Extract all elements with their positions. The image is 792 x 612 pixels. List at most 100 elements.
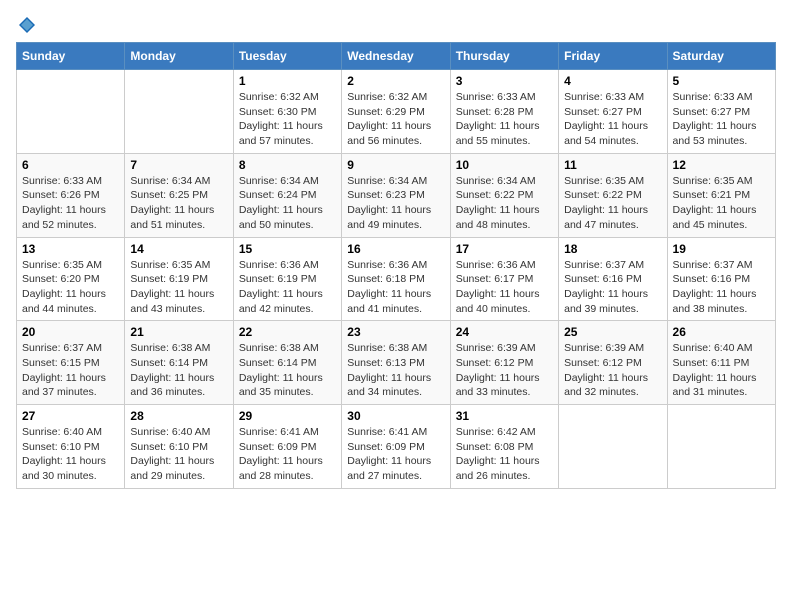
day-number: 14 <box>130 242 227 256</box>
logo <box>16 16 36 34</box>
calendar-cell <box>17 70 125 154</box>
day-info: Sunrise: 6:34 AMSunset: 6:25 PMDaylight:… <box>130 174 227 233</box>
day-info: Sunrise: 6:33 AMSunset: 6:28 PMDaylight:… <box>456 90 553 149</box>
day-number: 7 <box>130 158 227 172</box>
day-number: 19 <box>673 242 770 256</box>
calendar-cell: 1 Sunrise: 6:32 AMSunset: 6:30 PMDaylight… <box>233 70 341 154</box>
calendar-cell: 14 Sunrise: 6:35 AMSunset: 6:19 PMDayligh… <box>125 237 233 321</box>
calendar-cell: 9 Sunrise: 6:34 AMSunset: 6:23 PMDaylight… <box>342 153 450 237</box>
calendar-header: SundayMondayTuesdayWednesdayThursdayFrid… <box>17 43 776 70</box>
calendar-cell: 19 Sunrise: 6:37 AMSunset: 6:16 PMDayligh… <box>667 237 775 321</box>
day-number: 3 <box>456 74 553 88</box>
calendar-cell: 17 Sunrise: 6:36 AMSunset: 6:17 PMDayligh… <box>450 237 558 321</box>
calendar-cell: 4Sunrise: 6:33 AMSunset: 6:27 PMDaylight… <box>559 70 667 154</box>
day-info: Sunrise: 6:34 AMSunset: 6:24 PMDaylight:… <box>239 174 336 233</box>
calendar-cell: 6 Sunrise: 6:33 AMSunset: 6:26 PMDaylight… <box>17 153 125 237</box>
day-number: 1 <box>239 74 336 88</box>
day-number: 5 <box>673 74 770 88</box>
day-info: Sunrise: 6:33 AMSunset: 6:26 PMDaylight:… <box>22 174 119 233</box>
calendar-cell: 18 Sunrise: 6:37 AMSunset: 6:16 PMDayligh… <box>559 237 667 321</box>
calendar-cell: 24 Sunrise: 6:39 AMSunset: 6:12 PMDayligh… <box>450 321 558 405</box>
calendar-cell: 3 Sunrise: 6:33 AMSunset: 6:28 PMDaylight… <box>450 70 558 154</box>
day-number: 2 <box>347 74 444 88</box>
day-number: 25 <box>564 325 661 339</box>
day-info: Sunrise: 6:40 AMSunset: 6:11 PMDaylight:… <box>673 341 770 400</box>
day-info: Sunrise: 6:36 AMSunset: 6:19 PMDaylight:… <box>239 258 336 317</box>
calendar-cell: 26 Sunrise: 6:40 AMSunset: 6:11 PMDayligh… <box>667 321 775 405</box>
day-info: Sunrise: 6:34 AMSunset: 6:22 PMDaylight:… <box>456 174 553 233</box>
calendar-cell: 31Sunrise: 6:42 AMSunset: 6:08 PMDayligh… <box>450 405 558 489</box>
calendar-week-2: 6 Sunrise: 6:33 AMSunset: 6:26 PMDaylight… <box>17 153 776 237</box>
weekday-header-sunday: Sunday <box>17 43 125 70</box>
day-number: 20 <box>22 325 119 339</box>
day-info: Sunrise: 6:35 AMSunset: 6:21 PMDaylight:… <box>673 174 770 233</box>
calendar-week-5: 27 Sunrise: 6:40 AMSunset: 6:10 PMDayligh… <box>17 405 776 489</box>
day-info: Sunrise: 6:41 AMSunset: 6:09 PMDaylight:… <box>347 425 444 484</box>
calendar-cell: 7 Sunrise: 6:34 AMSunset: 6:25 PMDaylight… <box>125 153 233 237</box>
calendar-week-4: 20 Sunrise: 6:37 AMSunset: 6:15 PMDayligh… <box>17 321 776 405</box>
day-number: 26 <box>673 325 770 339</box>
calendar-cell: 5 Sunrise: 6:33 AMSunset: 6:27 PMDaylight… <box>667 70 775 154</box>
calendar-body: 1 Sunrise: 6:32 AMSunset: 6:30 PMDaylight… <box>17 70 776 489</box>
day-info: Sunrise: 6:40 AMSunset: 6:10 PMDaylight:… <box>130 425 227 484</box>
calendar-cell: 16 Sunrise: 6:36 AMSunset: 6:18 PMDayligh… <box>342 237 450 321</box>
day-number: 30 <box>347 409 444 423</box>
calendar-cell <box>125 70 233 154</box>
weekday-header-tuesday: Tuesday <box>233 43 341 70</box>
calendar-cell: 30 Sunrise: 6:41 AMSunset: 6:09 PMDayligh… <box>342 405 450 489</box>
weekday-header-wednesday: Wednesday <box>342 43 450 70</box>
day-number: 6 <box>22 158 119 172</box>
day-number: 9 <box>347 158 444 172</box>
day-number: 18 <box>564 242 661 256</box>
calendar-cell: 13Sunrise: 6:35 AMSunset: 6:20 PMDayligh… <box>17 237 125 321</box>
day-info: Sunrise: 6:38 AMSunset: 6:13 PMDaylight:… <box>347 341 444 400</box>
day-number: 27 <box>22 409 119 423</box>
calendar-cell: 22 Sunrise: 6:38 AMSunset: 6:14 PMDayligh… <box>233 321 341 405</box>
day-number: 16 <box>347 242 444 256</box>
day-info: Sunrise: 6:38 AMSunset: 6:14 PMDaylight:… <box>130 341 227 400</box>
calendar-cell <box>559 405 667 489</box>
day-info: Sunrise: 6:41 AMSunset: 6:09 PMDaylight:… <box>239 425 336 484</box>
day-number: 31 <box>456 409 553 423</box>
calendar-cell: 11 Sunrise: 6:35 AMSunset: 6:22 PMDayligh… <box>559 153 667 237</box>
day-info: Sunrise: 6:37 AMSunset: 6:16 PMDaylight:… <box>564 258 661 317</box>
calendar-cell: 28Sunrise: 6:40 AMSunset: 6:10 PMDayligh… <box>125 405 233 489</box>
calendar-cell: 12 Sunrise: 6:35 AMSunset: 6:21 PMDayligh… <box>667 153 775 237</box>
day-number: 13 <box>22 242 119 256</box>
day-info: Sunrise: 6:37 AMSunset: 6:15 PMDaylight:… <box>22 341 119 400</box>
day-info: Sunrise: 6:34 AMSunset: 6:23 PMDaylight:… <box>347 174 444 233</box>
day-number: 23 <box>347 325 444 339</box>
logo-icon <box>18 16 36 34</box>
weekday-header-friday: Friday <box>559 43 667 70</box>
day-info: Sunrise: 6:39 AMSunset: 6:12 PMDaylight:… <box>564 341 661 400</box>
day-info: Sunrise: 6:39 AMSunset: 6:12 PMDaylight:… <box>456 341 553 400</box>
day-info: Sunrise: 6:33 AMSunset: 6:27 PMDaylight:… <box>673 90 770 149</box>
day-number: 11 <box>564 158 661 172</box>
calendar-cell: 2Sunrise: 6:32 AMSunset: 6:29 PMDaylight… <box>342 70 450 154</box>
day-number: 17 <box>456 242 553 256</box>
day-info: Sunrise: 6:35 AMSunset: 6:22 PMDaylight:… <box>564 174 661 233</box>
calendar-cell: 27 Sunrise: 6:40 AMSunset: 6:10 PMDayligh… <box>17 405 125 489</box>
day-info: Sunrise: 6:38 AMSunset: 6:14 PMDaylight:… <box>239 341 336 400</box>
day-number: 24 <box>456 325 553 339</box>
calendar-cell: 21 Sunrise: 6:38 AMSunset: 6:14 PMDayligh… <box>125 321 233 405</box>
day-number: 12 <box>673 158 770 172</box>
day-number: 22 <box>239 325 336 339</box>
day-number: 10 <box>456 158 553 172</box>
day-number: 15 <box>239 242 336 256</box>
calendar-week-1: 1 Sunrise: 6:32 AMSunset: 6:30 PMDaylight… <box>17 70 776 154</box>
day-info: Sunrise: 6:36 AMSunset: 6:17 PMDaylight:… <box>456 258 553 317</box>
calendar-table: SundayMondayTuesdayWednesdayThursdayFrid… <box>16 42 776 489</box>
calendar-cell: 25 Sunrise: 6:39 AMSunset: 6:12 PMDayligh… <box>559 321 667 405</box>
day-info: Sunrise: 6:32 AMSunset: 6:30 PMDaylight:… <box>239 90 336 149</box>
day-info: Sunrise: 6:35 AMSunset: 6:19 PMDaylight:… <box>130 258 227 317</box>
day-number: 21 <box>130 325 227 339</box>
day-info: Sunrise: 6:37 AMSunset: 6:16 PMDaylight:… <box>673 258 770 317</box>
calendar-cell: 29Sunrise: 6:41 AMSunset: 6:09 PMDayligh… <box>233 405 341 489</box>
day-info: Sunrise: 6:40 AMSunset: 6:10 PMDaylight:… <box>22 425 119 484</box>
weekday-header-saturday: Saturday <box>667 43 775 70</box>
calendar-cell: 10 Sunrise: 6:34 AMSunset: 6:22 PMDayligh… <box>450 153 558 237</box>
weekday-header-thursday: Thursday <box>450 43 558 70</box>
day-info: Sunrise: 6:36 AMSunset: 6:18 PMDaylight:… <box>347 258 444 317</box>
calendar-cell: 23 Sunrise: 6:38 AMSunset: 6:13 PMDayligh… <box>342 321 450 405</box>
